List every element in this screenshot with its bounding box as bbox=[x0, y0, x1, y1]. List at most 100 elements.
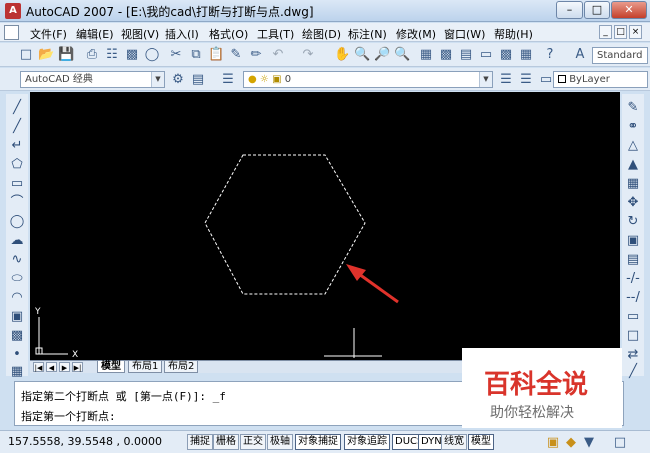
block-editor-icon[interactable]: ✏ bbox=[248, 47, 264, 63]
spline-icon[interactable]: ∿ bbox=[9, 252, 25, 268]
model-toggle[interactable]: 模型 bbox=[468, 434, 494, 450]
new-file-icon[interactable]: □ bbox=[18, 47, 34, 63]
layer-combo[interactable]: ● ☼ ▣ 0 ▼ bbox=[243, 71, 493, 88]
tab-layout1[interactable]: 布局1 bbox=[128, 361, 163, 373]
ellipse-arc-icon[interactable]: ◠ bbox=[9, 290, 25, 306]
zoom-previous-icon[interactable]: 🔍 bbox=[394, 47, 410, 63]
menu-format[interactable]: 格式(O) bbox=[209, 26, 248, 42]
close-button[interactable]: ✕ bbox=[611, 1, 647, 19]
minimize-button[interactable]: – bbox=[556, 1, 583, 19]
publish-icon[interactable]: ▩ bbox=[124, 47, 140, 63]
document-icon[interactable] bbox=[4, 25, 19, 40]
zoom-realtime-icon[interactable]: 🔍 bbox=[354, 47, 370, 63]
doc-minimize-button[interactable]: _ bbox=[599, 25, 612, 39]
revision-cloud-icon[interactable]: ☁ bbox=[9, 233, 25, 249]
polygon-icon[interactable]: ⬠ bbox=[9, 157, 25, 173]
arc-icon[interactable]: ⌒ bbox=[9, 195, 25, 211]
mirror-icon[interactable]: △ bbox=[625, 138, 641, 154]
lineweight-toggle[interactable]: 线宽 bbox=[441, 434, 467, 450]
snap-toggle[interactable]: 捕捉 bbox=[187, 434, 213, 450]
status-menu-icon[interactable]: ▼ bbox=[581, 435, 597, 451]
command-prompt-line[interactable]: 指定第一个打断点: bbox=[21, 408, 116, 424]
menu-file[interactable]: 文件(F) bbox=[30, 26, 67, 42]
ortho-toggle[interactable]: 正交 bbox=[240, 434, 266, 450]
markup-icon[interactable]: ▩ bbox=[498, 47, 514, 63]
calculator-icon[interactable]: ▦ bbox=[518, 47, 534, 63]
sheet-set-icon[interactable]: ▭ bbox=[478, 47, 494, 63]
layer-previous-icon[interactable]: ☰ bbox=[518, 72, 534, 88]
break-at-point-icon[interactable]: ▭ bbox=[625, 309, 641, 325]
layer-states-icon[interactable]: ▭ bbox=[538, 72, 554, 88]
undo-icon[interactable]: ↶ bbox=[270, 47, 286, 63]
menu-view[interactable]: 视图(V) bbox=[121, 26, 159, 42]
plot-icon[interactable]: ⎙ bbox=[84, 47, 100, 63]
menu-modify[interactable]: 修改(M) bbox=[396, 26, 436, 42]
tab-model[interactable]: 模型 bbox=[97, 361, 125, 373]
doc-close-button[interactable]: × bbox=[629, 25, 642, 39]
array-icon[interactable]: ▦ bbox=[625, 176, 641, 192]
tab-layout2[interactable]: 布局2 bbox=[164, 361, 199, 373]
maximize-button[interactable]: □ bbox=[584, 1, 610, 19]
help-icon[interactable]: ? bbox=[542, 47, 558, 63]
join-icon[interactable]: ⇄ bbox=[625, 347, 641, 363]
lock-icon[interactable]: ▣ bbox=[545, 435, 561, 451]
ellipse-icon[interactable]: ⬭ bbox=[9, 271, 25, 287]
line-icon[interactable]: ╱ bbox=[9, 100, 25, 116]
polar-toggle[interactable]: 极轴 bbox=[267, 434, 293, 450]
make-block-icon[interactable]: ▩ bbox=[9, 328, 25, 344]
menu-draw[interactable]: 绘图(D) bbox=[302, 26, 341, 42]
insert-block-icon[interactable]: ▣ bbox=[9, 309, 25, 325]
layer-manager-icon[interactable]: ☰ bbox=[220, 72, 236, 88]
construction-line-icon[interactable]: ╱ bbox=[9, 119, 25, 135]
design-center-icon[interactable]: ▩ bbox=[438, 47, 454, 63]
dashed-hexagon[interactable] bbox=[204, 154, 366, 295]
color-combo[interactable]: ByLayer bbox=[553, 71, 648, 88]
move-icon[interactable]: ✥ bbox=[625, 195, 641, 211]
clean-screen-icon[interactable]: □ bbox=[612, 435, 628, 451]
copy-icon[interactable]: ⧉ bbox=[188, 47, 204, 63]
rotate-icon[interactable]: ↻ bbox=[625, 214, 641, 230]
first-tab-button[interactable]: |◀ bbox=[33, 362, 44, 372]
stretch-icon[interactable]: ▤ bbox=[625, 252, 641, 268]
paste-icon[interactable]: 📋 bbox=[208, 47, 224, 63]
menu-tools[interactable]: 工具(T) bbox=[257, 26, 294, 42]
copy-object-icon[interactable]: ⚭ bbox=[625, 119, 641, 135]
text-style-combo[interactable]: Standard bbox=[592, 47, 648, 64]
trim-icon[interactable]: -/- bbox=[625, 271, 641, 287]
point-icon[interactable]: • bbox=[9, 347, 25, 363]
circle-icon[interactable]: ◯ bbox=[9, 214, 25, 230]
otrack-toggle[interactable]: 对象追踪 bbox=[344, 434, 390, 450]
coordinate-readout[interactable]: 157.5558, 39.5548 , 0.0000 bbox=[8, 435, 162, 448]
extend-icon[interactable]: --/ bbox=[625, 290, 641, 306]
workspace-save-icon[interactable]: ▤ bbox=[190, 72, 206, 88]
chamfer-icon[interactable]: ╱ bbox=[625, 364, 641, 380]
menu-dimension[interactable]: 标注(N) bbox=[348, 26, 387, 42]
menu-edit[interactable]: 编辑(E) bbox=[76, 26, 114, 42]
zoom-window-icon[interactable]: 🔎 bbox=[374, 47, 390, 63]
next-tab-button[interactable]: ▶ bbox=[59, 362, 70, 372]
make-current-layer-icon[interactable]: ☰ bbox=[498, 72, 514, 88]
last-tab-button[interactable]: ▶| bbox=[72, 362, 83, 372]
text-style-icon[interactable]: A bbox=[572, 47, 588, 63]
communication-center-icon[interactable]: ◆ bbox=[563, 435, 579, 451]
erase-icon[interactable]: ✎ bbox=[625, 100, 641, 116]
osnap-toggle[interactable]: 对象捕捉 bbox=[295, 434, 341, 450]
prev-tab-button[interactable]: ◀ bbox=[46, 362, 57, 372]
match-properties-icon[interactable]: ✎ bbox=[228, 47, 244, 63]
polyline-icon[interactable]: ↵ bbox=[9, 138, 25, 154]
3d-dwf-icon[interactable]: ◯ bbox=[144, 47, 160, 63]
break-icon[interactable]: □ bbox=[625, 328, 641, 344]
cut-icon[interactable]: ✂ bbox=[168, 47, 184, 63]
rectangle-icon[interactable]: ▭ bbox=[9, 176, 25, 192]
save-icon[interactable]: 💾 bbox=[58, 47, 74, 63]
tool-palettes-icon[interactable]: ▤ bbox=[458, 47, 474, 63]
menu-help[interactable]: 帮助(H) bbox=[494, 26, 533, 42]
drawing-canvas[interactable]: Y X bbox=[30, 92, 620, 360]
open-file-icon[interactable]: 📂 bbox=[38, 47, 54, 63]
hatch-icon[interactable]: ▦ bbox=[9, 364, 25, 380]
workspace-settings-icon[interactable]: ⚙ bbox=[170, 72, 186, 88]
pan-icon[interactable]: ✋ bbox=[334, 47, 350, 63]
workspace-combo[interactable]: AutoCAD 经典 ▼ bbox=[20, 71, 165, 88]
offset-icon[interactable]: ▲ bbox=[625, 157, 641, 173]
doc-restore-button[interactable]: □ bbox=[614, 25, 627, 39]
